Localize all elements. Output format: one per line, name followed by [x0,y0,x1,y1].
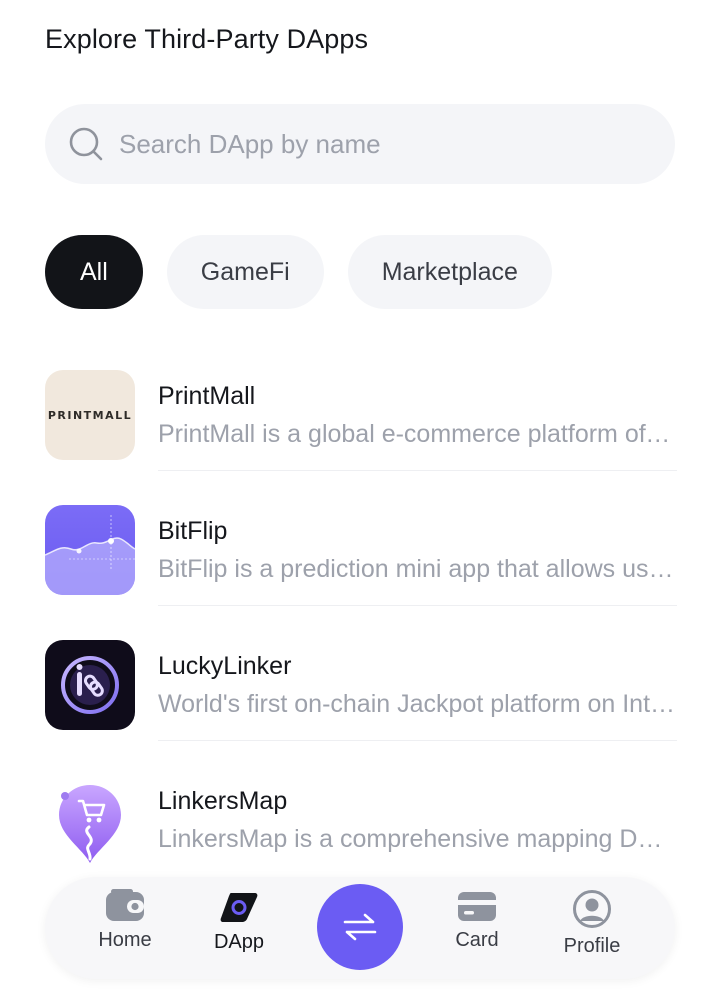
dapp-icon [220,893,258,922]
page-title: Explore Third-Party DApps [45,24,369,54]
search-bar[interactable] [45,104,675,184]
printmall-logo-text: PRINTMALL [47,408,133,422]
divider [158,740,677,741]
linkersmap-logo [45,775,135,865]
swap-button[interactable] [317,884,403,970]
bottom-tab-bar: Home DApp Card Profile [45,877,675,979]
dapp-item-bitflip[interactable]: BitFlip BitFlip is a prediction mini app… [45,505,677,640]
tab-dapp[interactable]: DApp [194,889,284,969]
tab-label-home: Home [98,929,152,951]
luckylinker-logo [45,640,135,730]
tab-card[interactable]: Card [432,889,522,969]
filter-chip-marketplace[interactable]: Marketplace [347,235,552,309]
divider [158,605,677,606]
dapp-name: PrintMall [158,382,256,410]
filter-chip-all[interactable]: All [45,235,143,309]
tab-label-profile: Profile [563,935,621,957]
dapp-name: BitFlip [158,517,228,545]
search-icon [69,127,103,161]
tab-profile[interactable]: Profile [547,889,637,969]
tab-label-card: Card [455,929,499,951]
tab-label-dapp: DApp [213,931,265,953]
dapp-item-printmall[interactable]: PRINTMALL PrintMall PrintMall is a globa… [45,370,677,505]
dapp-item-luckylinker[interactable]: LuckyLinker World's first on-chain Jackp… [45,640,677,775]
printmall-logo: PRINTMALL [45,370,135,460]
search-input[interactable] [119,128,619,160]
dapp-description: BitFlip is a prediction mini app that al… [158,555,677,583]
dapp-name: LuckyLinker [158,652,292,680]
wallet-icon [106,889,144,921]
profile-icon [573,890,611,928]
divider [158,470,677,471]
bitflip-logo [45,505,135,595]
filter-chip-gamefi[interactable]: GameFi [166,235,324,309]
dapp-description: LinkersMap is a comprehensive mapping DA… [158,825,677,853]
swap-icon [343,913,377,941]
category-filters: All GameFi Marketplace [45,235,552,309]
dapp-description: PrintMall is a global e-commerce platfor… [158,420,677,448]
dapp-list: PRINTMALL PrintMall PrintMall is a globa… [45,370,677,910]
dapp-name: LinkersMap [158,787,288,815]
dapp-description: World's first on-chain Jackpot platform … [158,690,677,718]
card-icon [458,892,496,921]
tab-home[interactable]: Home [80,889,170,969]
